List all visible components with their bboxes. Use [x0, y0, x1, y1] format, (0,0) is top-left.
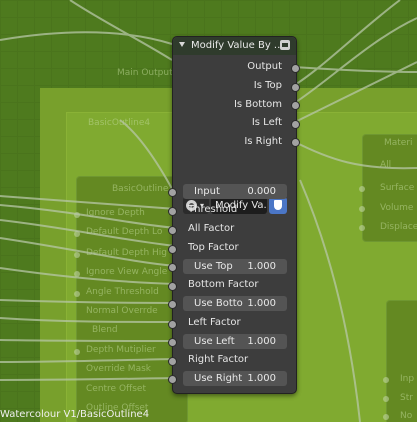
- use-left-field[interactable]: Use Left 1.000: [183, 334, 287, 349]
- output-socket-is-right[interactable]: [291, 138, 300, 147]
- input-socket-bottom-factor[interactable]: [168, 282, 177, 291]
- node-header[interactable]: Modify Value By ..: [173, 37, 296, 55]
- node-title: Modify Value By ..: [191, 40, 281, 51]
- input-socket-left-factor[interactable]: [168, 320, 177, 329]
- use-right-field[interactable]: Use Right 1.000: [183, 371, 287, 386]
- output-label-is-left: Is Left: [251, 117, 282, 128]
- output-socket-is-top[interactable]: [291, 83, 300, 92]
- output-socket-is-left[interactable]: [291, 120, 300, 129]
- input-label-right-factor: Right Factor: [188, 354, 249, 365]
- node-tree-path: Watercolour V1/BasicOutline4: [0, 409, 150, 420]
- input-label-left-factor: Left Factor: [188, 317, 241, 328]
- fake-user-shield-icon[interactable]: [269, 197, 287, 214]
- input-socket-top-factor[interactable]: [168, 245, 177, 254]
- output-label-is-top: Is Top: [253, 80, 282, 91]
- field-label: Input: [194, 186, 220, 197]
- output-socket-is-bottom[interactable]: [291, 101, 300, 110]
- input-label-all-factor: All Factor: [188, 223, 235, 234]
- input-socket-use-right[interactable]: [168, 375, 177, 384]
- output-label-is-bottom: Is Bottom: [233, 99, 282, 110]
- input-socket-use-bottom[interactable]: [168, 300, 177, 309]
- field-label: Use Botto: [194, 298, 243, 309]
- input-label-top-factor: Top Factor: [188, 242, 239, 253]
- input-socket-use-left[interactable]: [168, 338, 177, 347]
- output-socket-output[interactable]: [291, 64, 300, 73]
- field-label: Use Left: [194, 336, 235, 347]
- input-socket-use-top[interactable]: [168, 263, 177, 272]
- field-value: 1.000: [247, 373, 276, 384]
- field-label: Use Top: [194, 261, 233, 272]
- input-label-bottom-factor: Bottom Factor: [188, 279, 259, 290]
- input-socket-input[interactable]: [168, 188, 177, 197]
- field-value: 0.000: [247, 186, 276, 197]
- field-value: 1.000: [247, 336, 276, 347]
- input-socket-right-factor[interactable]: [168, 357, 177, 366]
- node-editor-canvas[interactable]: BasicOutline4 Main Output BasicOutline I…: [0, 0, 417, 422]
- input-socket-all-factor[interactable]: [168, 226, 177, 235]
- field-value: 1.000: [247, 261, 276, 272]
- field-label: Use Right: [194, 373, 243, 384]
- output-label-output: Output: [247, 61, 282, 72]
- field-value: 1.000: [247, 298, 276, 309]
- input-label-threshold: Threshold: [188, 204, 238, 215]
- node-group-icon[interactable]: [280, 40, 290, 50]
- use-bottom-field[interactable]: Use Botto 1.000: [183, 296, 287, 311]
- modify-value-node[interactable]: Modify Value By .. Output Is Top Is Bott…: [168, 36, 300, 394]
- input-value-field[interactable]: Input 0.000: [183, 184, 287, 199]
- output-label-is-right: Is Right: [244, 136, 282, 147]
- input-socket-threshold[interactable]: [168, 207, 177, 216]
- collapse-chevron-icon[interactable]: [179, 42, 185, 47]
- use-top-field[interactable]: Use Top 1.000: [183, 259, 287, 274]
